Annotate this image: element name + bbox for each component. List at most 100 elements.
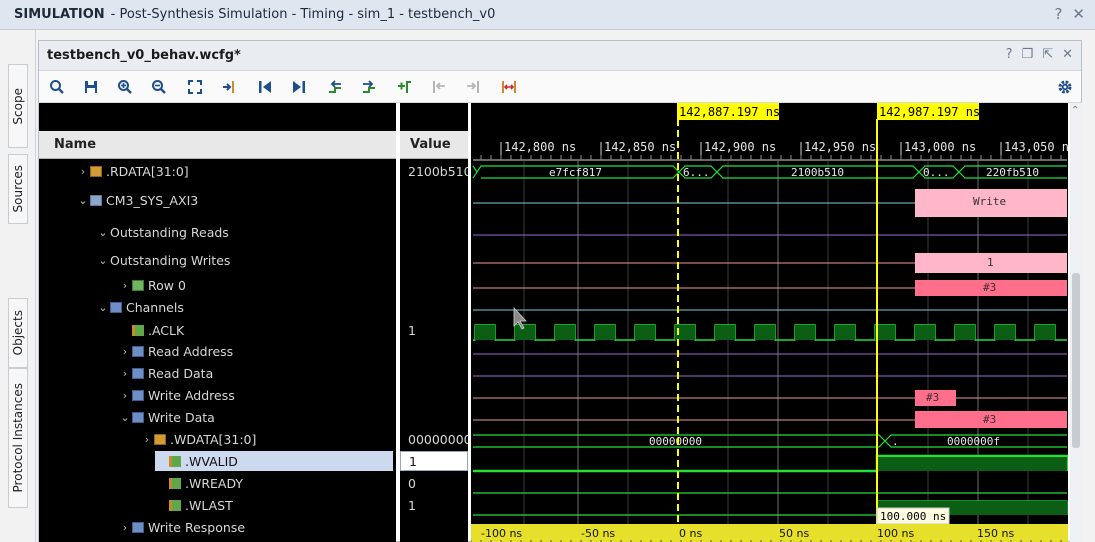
signal-row[interactable]: › .RDATA[31:0] bbox=[76, 161, 189, 181]
wdata-value-label: 00000000 bbox=[649, 435, 702, 448]
ruler-tick-label: 143,050 ns bbox=[1004, 140, 1068, 154]
float-icon[interactable]: ⇱ bbox=[1042, 47, 1053, 62]
go-to-end-icon[interactable] bbox=[289, 77, 309, 97]
scroll-up-icon[interactable]: ⌃ bbox=[1071, 105, 1079, 116]
chevron-right-icon[interactable]: › bbox=[118, 345, 132, 358]
aclk-high-fill bbox=[1035, 325, 1055, 340]
grp-signal-icon bbox=[132, 345, 144, 357]
add-marker-icon[interactable] bbox=[395, 77, 415, 97]
panel-title: testbench_v0_behav.wcfg* bbox=[47, 48, 241, 63]
wdata-value-label: . bbox=[892, 435, 899, 448]
chevron-down-icon[interactable]: ⌄ bbox=[96, 301, 110, 314]
signal-label: Outstanding Reads bbox=[110, 224, 229, 240]
signal-row[interactable]: .WLAST bbox=[155, 495, 233, 515]
signal-row[interactable]: › .WDATA[31:0] bbox=[140, 429, 257, 449]
signal-row[interactable]: ⌄ Write Data bbox=[118, 407, 214, 427]
signal-row[interactable]: › Row 0 bbox=[118, 275, 186, 295]
ruler-tick-label: 143,000 ns bbox=[904, 140, 976, 154]
help-icon[interactable]: ? bbox=[1054, 5, 1062, 23]
bus-signal-icon bbox=[154, 433, 166, 445]
signal-value bbox=[400, 275, 468, 295]
tab-protocol-instances[interactable]: Protocol Instances bbox=[8, 368, 28, 508]
aclk-high-fill bbox=[835, 325, 855, 340]
value-column-header[interactable]: Value bbox=[400, 131, 468, 159]
next-marker-icon[interactable] bbox=[463, 77, 483, 97]
relative-tick-label: 50 ns bbox=[779, 527, 809, 540]
signal-value bbox=[400, 297, 468, 317]
chevron-right-icon[interactable]: › bbox=[140, 433, 154, 446]
signal-value bbox=[400, 385, 468, 405]
go-to-cursor-icon[interactable] bbox=[219, 77, 239, 97]
chevron-down-icon[interactable]: ⌄ bbox=[96, 254, 110, 267]
name-column-header[interactable]: Name bbox=[39, 131, 396, 159]
chevron-down-icon[interactable]: ⌄ bbox=[76, 194, 90, 207]
signal-row[interactable]: ⌄ Channels bbox=[96, 297, 183, 317]
rowi-signal-icon bbox=[132, 279, 144, 291]
signal-row[interactable]: .WVALID bbox=[155, 451, 393, 471]
gear-icon[interactable] bbox=[1055, 77, 1075, 97]
signal-row[interactable]: ⌄ Outstanding Reads bbox=[96, 222, 229, 242]
aclk-high-fill bbox=[995, 325, 1015, 340]
inst-signal-icon bbox=[90, 194, 102, 206]
signal-row[interactable]: .ACLK bbox=[118, 320, 184, 340]
signal-row[interactable]: ⌄ CM3_SYS_AXI3 bbox=[76, 190, 198, 210]
chevron-down-icon[interactable]: ⌄ bbox=[118, 411, 132, 424]
go-to-start-icon[interactable] bbox=[255, 77, 275, 97]
signal-value: 2100b510 bbox=[408, 163, 468, 179]
zoom-fit-icon[interactable] bbox=[185, 77, 205, 97]
relative-tick-label: -100 ns bbox=[481, 527, 522, 540]
chevron-right-icon[interactable]: › bbox=[76, 165, 90, 178]
save-icon[interactable] bbox=[81, 77, 101, 97]
chevron-right-icon[interactable]: › bbox=[118, 521, 132, 534]
left-tab-strip: Scope Sources Objects Protocol Instances bbox=[0, 30, 36, 542]
swap-cursors-icon[interactable] bbox=[499, 77, 519, 97]
tab-objects[interactable]: Objects bbox=[8, 298, 28, 368]
relative-tick-label: 100 ns bbox=[877, 527, 914, 540]
waveform-svg: 142,800 ns 142,850 ns 142,900 ns 142,950 ns… bbox=[471, 103, 1068, 542]
aclk-high-fill bbox=[515, 325, 535, 340]
close-icon[interactable]: ✕ bbox=[1062, 47, 1073, 62]
restore-icon[interactable]: ❐ bbox=[1022, 47, 1034, 62]
chevron-right-icon[interactable]: › bbox=[118, 389, 132, 402]
next-transition-icon[interactable] bbox=[359, 77, 379, 97]
signal-label: Write Address bbox=[148, 387, 235, 403]
aclk-high-fill bbox=[955, 325, 975, 340]
ruler-tick-label: 142,950 ns bbox=[804, 140, 876, 154]
signal-row[interactable]: › Read Address bbox=[118, 341, 233, 361]
write-data-label: #3 bbox=[983, 413, 996, 426]
previous-transition-icon[interactable] bbox=[325, 77, 345, 97]
second-cursor-label: 142,987.197 ns bbox=[879, 105, 980, 119]
signal-names-pane: Name › .RDATA[31:0] ⌄ CM3_SYS_AXI3 ⌄ Outstand… bbox=[39, 103, 396, 542]
signal-label: .WREADY bbox=[185, 475, 244, 491]
signal-value bbox=[400, 517, 468, 537]
tab-sources[interactable]: Sources bbox=[8, 154, 28, 224]
signal-row[interactable]: › Write Response bbox=[118, 517, 245, 537]
scroll-thumb[interactable] bbox=[1072, 273, 1080, 448]
signal-label: Read Data bbox=[148, 365, 214, 381]
tab-scope[interactable]: Scope bbox=[8, 64, 28, 148]
chevron-right-icon[interactable]: › bbox=[118, 367, 132, 380]
signal-row[interactable]: › Read Data bbox=[118, 363, 213, 383]
close-icon[interactable]: ✕ bbox=[1072, 5, 1085, 23]
signal-value: 0 bbox=[408, 475, 416, 491]
vertical-scrollbar[interactable]: ⌃ bbox=[1070, 103, 1082, 542]
help-icon[interactable]: ? bbox=[1006, 47, 1013, 62]
signal-label: .WLAST bbox=[185, 497, 233, 513]
bit-signal-icon bbox=[132, 324, 144, 336]
signal-row[interactable]: .WREADY bbox=[155, 473, 243, 493]
waveform-canvas[interactable]: 142,800 ns 142,850 ns 142,900 ns 142,950 ns… bbox=[471, 103, 1068, 542]
chevron-down-icon[interactable]: ⌄ bbox=[96, 226, 110, 239]
write-address-label: #3 bbox=[926, 391, 939, 404]
chevron-right-icon[interactable]: › bbox=[118, 279, 132, 292]
signal-label: Outstanding Writes bbox=[110, 252, 231, 268]
search-icon[interactable] bbox=[47, 77, 67, 97]
signal-row[interactable]: ⌄ Outstanding Writes bbox=[96, 250, 230, 270]
previous-marker-icon[interactable] bbox=[429, 77, 449, 97]
zoom-in-icon[interactable] bbox=[115, 77, 135, 97]
signal-row[interactable]: › Write Address bbox=[118, 385, 235, 405]
waveform-toolbar bbox=[39, 71, 1081, 103]
aclk-high-fill bbox=[595, 325, 615, 340]
ruler-tick-label: 142,900 ns bbox=[704, 140, 776, 154]
grp-signal-icon bbox=[132, 411, 144, 423]
zoom-out-icon[interactable] bbox=[149, 77, 169, 97]
